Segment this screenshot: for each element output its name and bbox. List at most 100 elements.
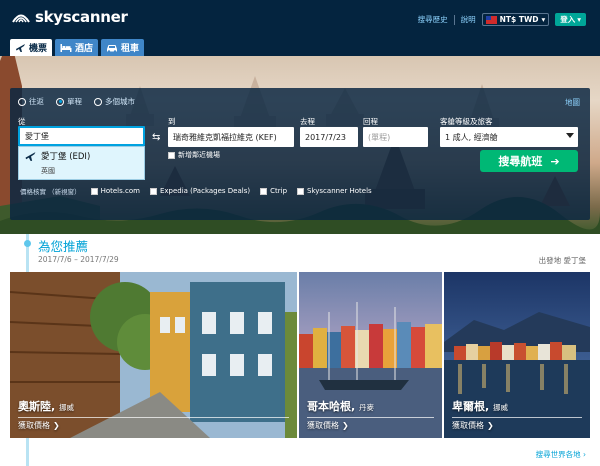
checkbox[interactable] <box>297 187 305 195</box>
car-icon <box>107 44 118 53</box>
compare-option-label: Skyscanner Hotels <box>307 187 372 195</box>
search-everywhere-link[interactable]: 搜尋世界各地 › <box>536 449 586 460</box>
product-tabs: 機票 酒店 租車 <box>10 39 145 56</box>
plane-icon <box>16 43 25 52</box>
trip-type-label: 往返 <box>29 97 44 106</box>
swap-direction-icon[interactable]: ⇆ <box>152 132 160 143</box>
search-history-link[interactable]: 搜尋歷史 <box>418 14 448 25</box>
compare-option-expedia[interactable]: Expedia (Packages Deals) <box>149 187 251 195</box>
country-name: 挪威 <box>59 403 75 412</box>
tab-flights[interactable]: 機票 <box>10 39 53 56</box>
recommendations-origin[interactable]: 出發地 愛丁堡 <box>539 255 586 266</box>
card-city: 卑爾根, 挪威 <box>452 398 508 414</box>
compare-option-label: Ctrip <box>270 187 288 195</box>
divider <box>307 417 434 418</box>
bed-icon <box>60 43 72 52</box>
get-price-label: 獲取價格 <box>452 421 484 430</box>
compare-option-label: Hotels.com <box>100 187 140 195</box>
skyscanner-cloud-icon <box>10 11 32 24</box>
nearby-airports-label: 新增鄰近機場 <box>178 151 220 159</box>
tab-car-rental[interactable]: 租車 <box>101 39 145 56</box>
depart-date-input[interactable]: 2017/7/23 <box>300 127 358 147</box>
chevron-right-icon: ❯ <box>487 421 494 430</box>
checkbox[interactable] <box>149 187 157 195</box>
get-price-label: 獲取價格 <box>18 421 50 430</box>
trip-type-round-trip[interactable]: 往返 <box>18 96 44 107</box>
destination-card-oslo[interactable]: 奧斯陸, 挪威 獲取價格 ❯ <box>10 272 297 438</box>
recommendations-title: 為您推薦 <box>38 239 89 254</box>
chevron-down-icon: ▾ <box>541 15 546 24</box>
return-date-input[interactable]: (單程) <box>363 127 428 147</box>
suggestion-airport: 愛丁堡 (EDI) <box>41 152 91 162</box>
currency-label: NT$ TWD <box>499 15 539 24</box>
chevron-right-icon: ❯ <box>342 421 349 430</box>
city-name: 哥本哈根, <box>307 400 356 413</box>
logo-text: skyscanner <box>35 8 128 26</box>
search-flights-button[interactable]: 搜尋航班 ➔ <box>480 150 578 172</box>
return-label: 回程 <box>363 117 378 126</box>
city-name: 卑爾根, <box>452 400 490 413</box>
suggestion-country: 英國 <box>41 167 55 175</box>
radio-button-selected[interactable] <box>56 97 64 106</box>
tab-label: 租車 <box>121 44 140 54</box>
get-price-label: 獲取價格 <box>307 421 339 430</box>
destination-card-bergen[interactable]: 卑爾根, 挪威 獲取價格 ❯ <box>444 272 590 438</box>
compare-option-hotels-com[interactable]: Hotels.com <box>90 187 140 195</box>
taiwan-flag-icon <box>485 15 497 24</box>
trip-type-multi-city[interactable]: 多個城市 <box>94 96 135 107</box>
checkbox[interactable] <box>90 187 98 195</box>
to-input[interactable]: 瑞奇雅維克凱福拉維克 (KEF) <box>168 127 294 147</box>
plane-icon <box>25 152 36 161</box>
trip-type-label: 單程 <box>67 97 82 106</box>
compare-option-skyscanner-hotels[interactable]: Skyscanner Hotels <box>297 187 372 195</box>
skyscanner-logo[interactable]: skyscanner <box>10 8 128 26</box>
trip-type-one-way[interactable]: 單程 <box>56 96 82 107</box>
get-price-link[interactable]: 獲取價格 ❯ <box>452 420 494 431</box>
currency-selector[interactable]: NT$ TWD ▾ <box>481 13 550 26</box>
chevron-down-icon: ▾ <box>577 15 581 24</box>
cabin-travellers-select[interactable]: 1 成人, 經濟艙 <box>440 127 578 147</box>
trip-type-selector: 往返 單程 多個城市 <box>18 96 135 107</box>
search-button-label: 搜尋航班 <box>498 155 543 168</box>
login-button[interactable]: 登入 ▾ <box>555 13 586 26</box>
top-links: 搜尋歷史 說明 NT$ TWD ▾ 登入 ▾ <box>418 13 586 26</box>
chevron-right-icon: ❯ <box>53 421 60 430</box>
compare-label: 價格核實 （新視窗） <box>20 188 81 196</box>
checkbox[interactable] <box>260 187 268 195</box>
to-label: 到 <box>168 117 176 126</box>
tab-label: 酒店 <box>75 44 94 54</box>
map-link[interactable]: 地圖 <box>565 97 580 108</box>
card-city: 哥本哈根, 丹麥 <box>307 398 374 414</box>
recommendations-dates: 2017/7/6 – 2017/7/29 <box>38 255 119 264</box>
from-input[interactable]: 愛丁堡 <box>18 126 145 146</box>
help-link[interactable]: 說明 <box>461 14 476 25</box>
login-label: 登入 <box>560 15 576 24</box>
depart-label: 去程 <box>300 117 315 126</box>
nearby-airports-checkbox[interactable]: 新增鄰近機場 <box>168 150 220 160</box>
get-price-link[interactable]: 獲取價格 ❯ <box>18 420 60 431</box>
country-name: 丹麥 <box>359 403 375 412</box>
divider <box>452 417 582 418</box>
checkbox[interactable] <box>168 151 175 159</box>
divider <box>453 14 455 25</box>
autocomplete-suggestion[interactable]: 愛丁堡 (EDI) 英國 <box>18 146 145 180</box>
divider <box>18 417 289 418</box>
card-city: 奧斯陸, 挪威 <box>18 398 74 414</box>
get-price-link[interactable]: 獲取價格 ❯ <box>307 420 349 431</box>
radio-button[interactable] <box>18 97 26 106</box>
trip-type-label: 多個城市 <box>105 97 135 106</box>
compare-option-ctrip[interactable]: Ctrip <box>260 187 287 195</box>
arrow-right-icon: ➔ <box>550 154 560 168</box>
destination-card-copenhagen[interactable]: 哥本哈根, 丹麥 獲取價格 ❯ <box>299 272 442 438</box>
compare-option-label: Expedia (Packages Deals) <box>159 187 251 195</box>
cabin-label: 客艙等級及旅客 <box>440 117 493 126</box>
tab-hotels[interactable]: 酒店 <box>55 39 99 56</box>
price-compare-options: 價格核實 （新視窗） Hotels.com Expedia (Packages … <box>20 186 372 196</box>
timeline-dot <box>24 240 31 247</box>
tab-label: 機票 <box>29 44 48 54</box>
cabin-value: 1 成人, 經濟艙 <box>445 132 498 142</box>
radio-button[interactable] <box>94 97 102 106</box>
country-name: 挪威 <box>493 403 509 412</box>
top-navigation-bar: skyscanner 搜尋歷史 說明 NT$ TWD ▾ 登入 ▾ 機票 酒店 … <box>0 0 600 56</box>
caret-down-icon <box>566 133 574 138</box>
